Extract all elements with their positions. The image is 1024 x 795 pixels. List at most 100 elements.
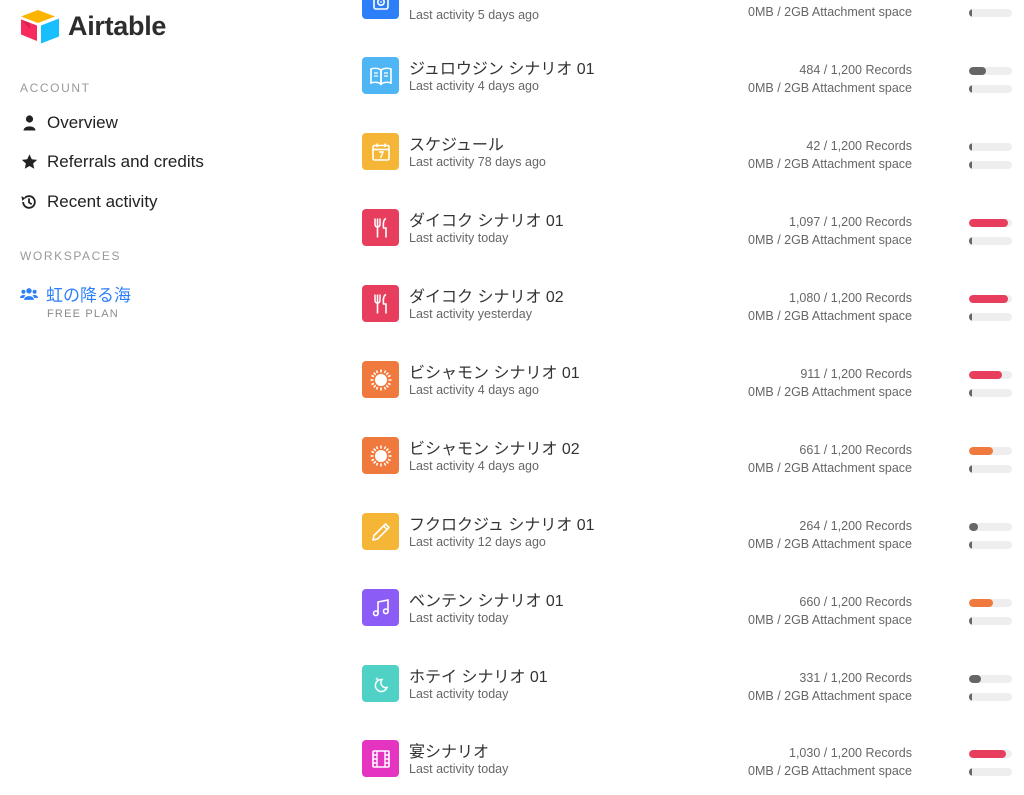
sidebar-item-referrals[interactable]: Referrals and credits (20, 152, 204, 172)
moon-icon[interactable] (362, 665, 399, 702)
records-bar-fill (969, 447, 993, 455)
records-bar-fill (969, 371, 1002, 379)
base-row[interactable]: ダイコク シナリオ 02 Last activity yesterday 1,0… (362, 283, 1012, 345)
records-bar-fill (969, 523, 978, 531)
attachment-bar (969, 465, 1012, 473)
attachment-usage: 0MB / 2GB Attachment space (664, 385, 1012, 399)
attachment-usage: 0MB / 2GB Attachment space (664, 537, 1012, 551)
attachment-bar-fill (969, 9, 972, 17)
attachment-bar-fill (969, 768, 972, 776)
records-bar (969, 750, 1012, 758)
base-name[interactable]: スケジュール (409, 131, 504, 155)
disc-icon[interactable] (362, 0, 399, 19)
base-last-activity: Last activity 4 days ago (409, 383, 539, 397)
attachment-usage: 0MB / 2GB Attachment space (664, 613, 1012, 627)
base-name[interactable]: 宴シナリオ (409, 738, 489, 762)
user-icon (20, 114, 38, 132)
base-name[interactable]: ビシャモン シナリオ 02 (409, 435, 580, 459)
records-usage-text: 661 / 1,200 Records (799, 443, 912, 457)
base-row[interactable]: ビシャモン シナリオ 02 Last activity 4 days ago 6… (362, 435, 1012, 497)
attachment-usage-text: 0MB / 2GB Attachment space (748, 81, 912, 95)
workspace-name: 虹の降る海 (46, 286, 131, 305)
sidebar-item-overview[interactable]: Overview (20, 113, 118, 133)
records-usage-text: 911 / 1,200 Records (800, 367, 912, 381)
records-usage: 911 / 1,200 Records (664, 367, 1012, 381)
attachment-usage: 0MB / 2GB Attachment space (664, 689, 1012, 703)
attachment-bar (969, 161, 1012, 169)
base-name[interactable]: ビシャモン シナリオ 01 (409, 359, 580, 383)
attachment-bar (969, 693, 1012, 701)
base-last-activity: Last activity today (409, 231, 509, 245)
attachment-bar-fill (969, 693, 972, 701)
base-last-activity: Last activity 4 days ago (409, 79, 539, 93)
sun-icon[interactable] (362, 361, 399, 398)
base-name[interactable]: ベンテン シナリオ 01 (409, 587, 564, 611)
base-row[interactable]: Last activity 5 days ago 0MB / 2GB Attac… (362, 0, 1012, 54)
records-usage: 484 / 1,200 Records (664, 63, 1012, 77)
records-usage-text: 660 / 1,200 Records (799, 595, 912, 609)
records-usage: 42 / 1,200 Records (664, 139, 1012, 153)
calendar-icon[interactable] (362, 133, 399, 170)
records-bar (969, 295, 1012, 303)
base-name[interactable]: ダイコク シナリオ 02 (409, 283, 564, 307)
workspace-item[interactable]: 虹の降る海 (20, 281, 131, 306)
book-icon[interactable] (362, 57, 399, 94)
records-bar-fill (969, 67, 986, 75)
records-bar-fill (969, 295, 1008, 303)
users-icon (20, 285, 38, 303)
attachment-bar-fill (969, 85, 972, 93)
film-icon[interactable] (362, 740, 399, 777)
base-row[interactable]: ダイコク シナリオ 01 Last activity today 1,097 /… (362, 207, 1012, 269)
utensils-icon[interactable] (362, 285, 399, 322)
records-bar (969, 675, 1012, 683)
base-row[interactable]: スケジュール Last activity 78 days ago 42 / 1,… (362, 131, 1012, 193)
base-row[interactable]: ホテイ シナリオ 01 Last activity today 331 / 1,… (362, 663, 1012, 725)
base-name[interactable]: ダイコク シナリオ 01 (409, 207, 564, 231)
records-usage: 661 / 1,200 Records (664, 443, 1012, 457)
attachment-bar (969, 85, 1012, 93)
records-usage-text: 264 / 1,200 Records (799, 519, 912, 533)
attachment-usage: 0MB / 2GB Attachment space (664, 81, 1012, 95)
base-name[interactable]: ジュロウジン シナリオ 01 (409, 55, 595, 79)
attachment-bar-fill (969, 465, 972, 473)
base-row[interactable]: フクロクジュ シナリオ 01 Last activity 12 days ago… (362, 511, 1012, 573)
pencil-icon[interactable] (362, 513, 399, 550)
base-last-activity: Last activity today (409, 687, 509, 701)
attachment-usage-text: 0MB / 2GB Attachment space (748, 385, 912, 399)
attachment-usage: 0MB / 2GB Attachment space (664, 461, 1012, 475)
base-name[interactable]: フクロクジュ シナリオ 01 (409, 511, 595, 535)
base-last-activity: Last activity 4 days ago (409, 459, 539, 473)
attachment-usage-text: 0MB / 2GB Attachment space (748, 689, 912, 703)
base-row[interactable]: ベンテン シナリオ 01 Last activity today 660 / 1… (362, 587, 1012, 649)
records-usage-text: 1,097 / 1,200 Records (789, 215, 912, 229)
sidebar-item-label: Overview (47, 113, 118, 132)
base-name[interactable]: ホテイ シナリオ 01 (409, 663, 548, 687)
base-row[interactable]: ジュロウジン シナリオ 01 Last activity 4 days ago … (362, 55, 1012, 117)
base-row[interactable]: ビシャモン シナリオ 01 Last activity 4 days ago 9… (362, 359, 1012, 421)
base-last-activity: Last activity 5 days ago (409, 8, 539, 22)
records-usage: 331 / 1,200 Records (664, 671, 1012, 685)
attachment-usage-text: 0MB / 2GB Attachment space (748, 309, 912, 323)
airtable-logo[interactable]: Airtable (20, 8, 166, 44)
sidebar: Airtable ACCOUNT Overview Referrals and … (0, 0, 300, 795)
attachment-bar (969, 237, 1012, 245)
base-row[interactable]: 宴シナリオ Last activity today 1,030 / 1,200 … (362, 738, 1012, 795)
attachment-bar (969, 617, 1012, 625)
sidebar-item-label: Recent activity (47, 192, 158, 211)
sun-icon[interactable] (362, 437, 399, 474)
attachment-usage-text: 0MB / 2GB Attachment space (748, 613, 912, 627)
attachment-bar-fill (969, 617, 972, 625)
records-bar (969, 371, 1012, 379)
utensils-icon[interactable] (362, 209, 399, 246)
sidebar-item-recent-activity[interactable]: Recent activity (20, 192, 158, 212)
history-icon (20, 193, 38, 211)
airtable-wordmark: Airtable (68, 10, 167, 41)
records-usage-text: 1,030 / 1,200 Records (789, 746, 912, 760)
workspace-plan-label: FREE PLAN (47, 308, 119, 320)
attachment-bar-fill (969, 389, 972, 397)
music-icon[interactable] (362, 589, 399, 626)
account-section-label: ACCOUNT (20, 81, 91, 95)
workspaces-section-label: WORKSPACES (20, 249, 122, 263)
records-bar (969, 447, 1012, 455)
records-usage-text: 1,080 / 1,200 Records (789, 291, 912, 305)
